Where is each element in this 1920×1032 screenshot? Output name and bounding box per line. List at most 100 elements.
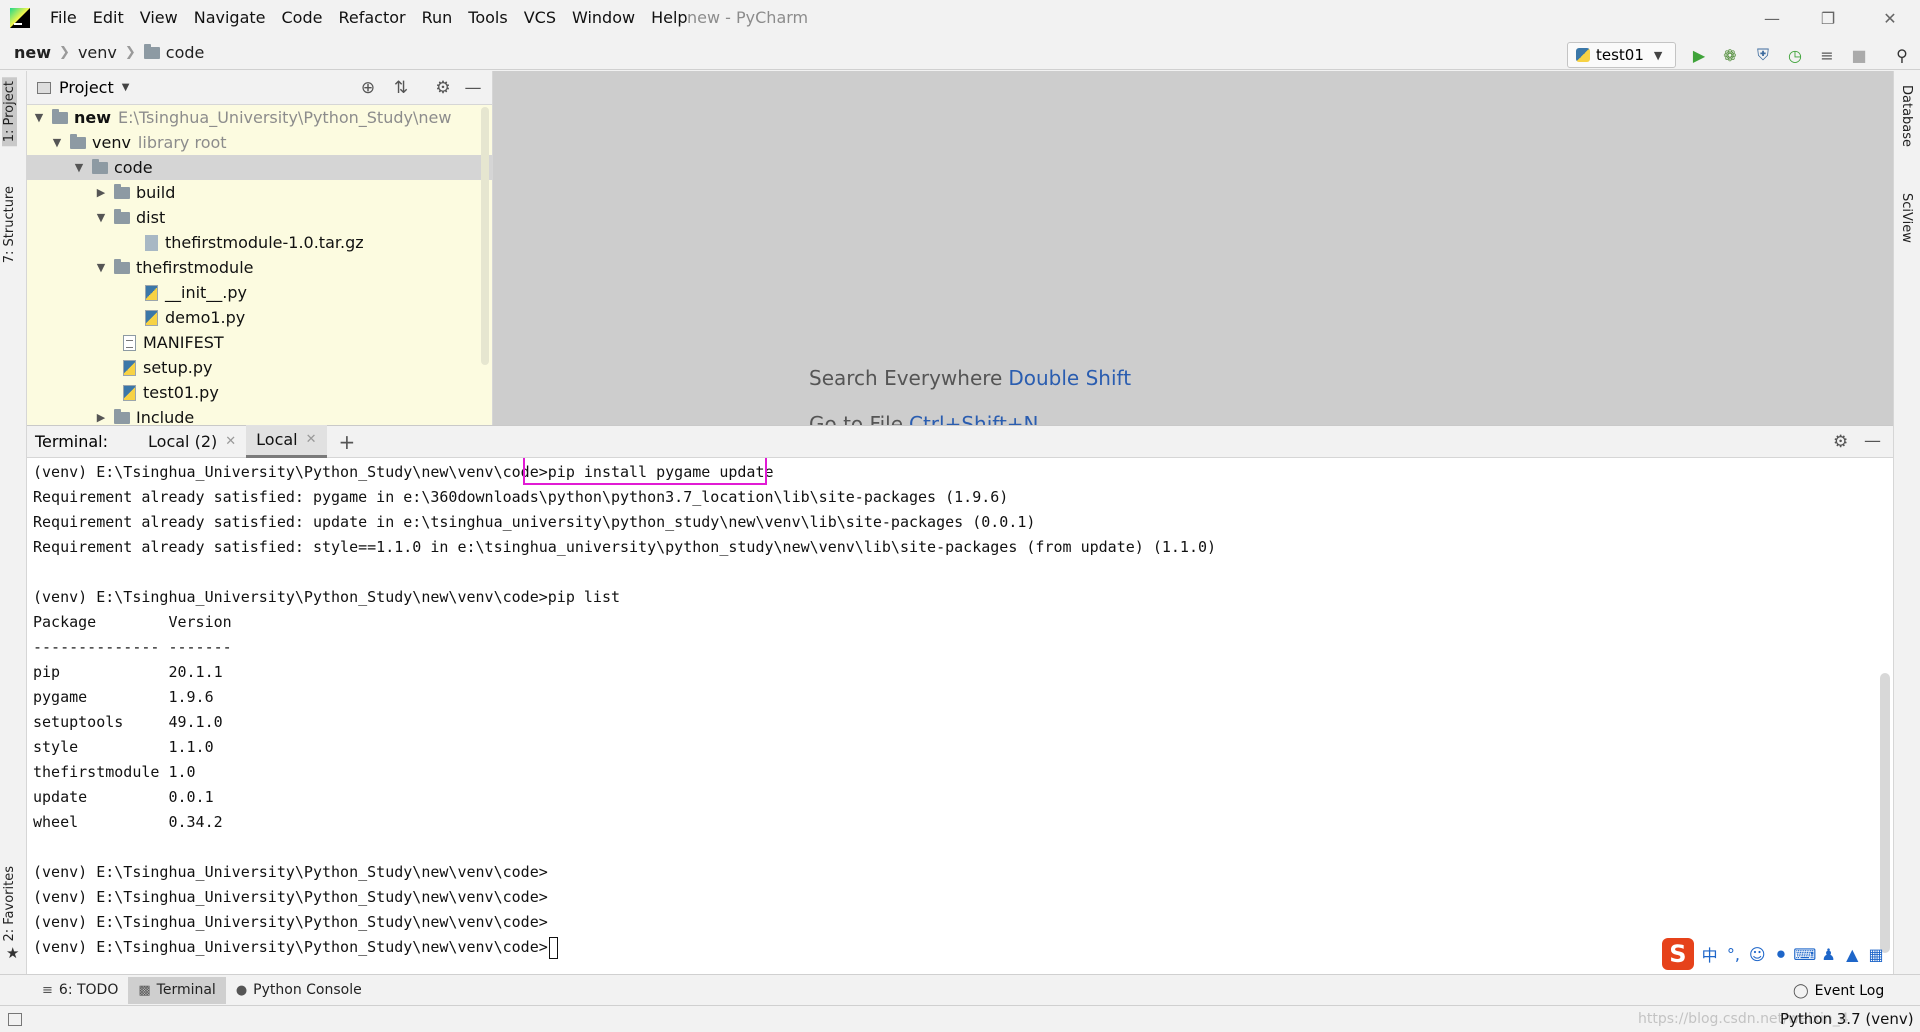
tree-node-build[interactable]: ▶ build xyxy=(27,180,492,205)
terminal-icon: ▩ xyxy=(138,982,151,998)
close-icon[interactable]: ✕ xyxy=(1862,0,1918,36)
menu-code[interactable]: Code xyxy=(274,0,331,36)
tab-database[interactable]: Database xyxy=(1899,85,1914,147)
keyboard-icon[interactable]: ⌨ xyxy=(1793,942,1817,966)
terminal-output[interactable]: (venv) E:\Tsinghua_University\Python_Stu… xyxy=(27,458,1893,974)
tab-python-console[interactable]: ● Python Console xyxy=(226,977,372,1004)
user-icon[interactable]: ♟ xyxy=(1817,942,1841,966)
tab-local-2[interactable]: Local (2) ✕ xyxy=(138,425,246,458)
emoji-icon[interactable]: ☺ xyxy=(1745,942,1769,966)
menu-view[interactable]: View xyxy=(132,0,186,36)
terminal-line: Package Version xyxy=(33,613,232,631)
terminal-line: setuptools 49.1.0 xyxy=(33,713,223,731)
menu-window[interactable]: Window xyxy=(564,0,643,36)
chevron-right-icon: ❯ xyxy=(59,45,70,60)
chevron-right-icon: ❯ xyxy=(124,45,136,60)
tree-node-dist[interactable]: ▼ dist xyxy=(27,205,492,230)
folder-icon xyxy=(143,43,160,59)
terminal-prompt-line: (venv) E:\Tsinghua_University\Python_Stu… xyxy=(33,935,558,960)
ime-mode[interactable]: 中 xyxy=(1698,942,1722,966)
locate-icon[interactable]: ⊕ xyxy=(358,78,378,98)
terminal-line: Requirement already satisfied: style==1.… xyxy=(33,538,1217,556)
terminal-line: wheel 0.34.2 xyxy=(33,813,223,831)
menu-edit[interactable]: Edit xyxy=(85,0,132,36)
minimize-icon[interactable]: — xyxy=(1744,0,1800,36)
project-view-selector[interactable]: Project ▼ xyxy=(37,78,129,97)
terminal-line: -------------- ------- xyxy=(33,638,232,656)
menu-run[interactable]: Run xyxy=(414,0,461,36)
collapse-arrow-icon: ▶ xyxy=(96,411,106,424)
breadcrumb-item-venv[interactable]: venv xyxy=(78,43,117,62)
run-config-selector[interactable]: test01 ▼ xyxy=(1567,42,1676,68)
tree-node-init-py[interactable]: __init__.py xyxy=(27,280,492,305)
chevron-down-icon: ▼ xyxy=(121,82,130,93)
project-panel: Project ▼ ⊕ ⇅ ⚙ — ▼ new E:\Tsinghua_Unive… xyxy=(27,71,493,425)
archive-file-icon xyxy=(145,234,158,251)
tree-node-tar-gz[interactable]: thefirstmodule-1.0.tar.gz xyxy=(27,230,492,255)
terminal-label: Terminal: xyxy=(35,432,109,451)
collapse-all-icon[interactable]: ⇅ xyxy=(391,78,411,98)
project-panel-header: Project ▼ ⊕ ⇅ ⚙ — xyxy=(27,71,492,105)
interpreter-selector[interactable]: Python 3.7 (venv) xyxy=(1780,1006,1914,1032)
terminal-line: (venv) E:\Tsinghua_University\Python_Stu… xyxy=(33,888,548,906)
tab-todo[interactable]: ≡ 6: TODO xyxy=(32,977,128,1004)
python-console-icon: ● xyxy=(235,982,248,998)
menu-vcs[interactable]: VCS xyxy=(516,0,564,36)
highlight-box xyxy=(523,458,767,485)
tab-event-log[interactable]: ◯ Event Log xyxy=(1793,975,1884,1006)
editor-empty-area: Search Everywhere Double Shift Go to File… xyxy=(493,71,1893,425)
terminal-scrollbar[interactable] xyxy=(1880,673,1890,953)
terminal-line: Requirement already satisfied: update in… xyxy=(33,513,1036,531)
tree-node-new[interactable]: ▼ new E:\Tsinghua_University\Python_Study… xyxy=(27,105,492,130)
tree-node-include[interactable]: ▶ Include xyxy=(27,405,492,425)
coverage-icon[interactable]: ⛨ xyxy=(1752,44,1774,66)
expand-arrow-icon: ▼ xyxy=(74,161,84,174)
tab-favorites[interactable]: 2: Favorites xyxy=(2,866,17,942)
tree-node-test01-py[interactable]: test01.py xyxy=(27,380,492,405)
tab-sciview[interactable]: SciView xyxy=(1899,193,1914,243)
folder-icon xyxy=(114,208,130,224)
terminal-line: (venv) E:\Tsinghua_University\Python_Stu… xyxy=(33,588,620,606)
stop-icon[interactable]: ■ xyxy=(1848,44,1870,66)
tab-structure[interactable]: 7: Structure xyxy=(2,186,17,263)
run-config-name: test01 xyxy=(1596,46,1644,64)
tree-node-thefirstmodule[interactable]: ▼ thefirstmodule xyxy=(27,255,492,280)
tab-project[interactable]: 1: Project xyxy=(2,77,17,147)
close-tab-icon[interactable]: ✕ xyxy=(306,425,317,455)
punctuation-icon[interactable]: °, xyxy=(1722,942,1746,966)
debug-icon[interactable]: ❁ xyxy=(1719,44,1741,66)
new-terminal-tab-icon[interactable]: + xyxy=(339,430,356,454)
profile-icon[interactable]: ◷ xyxy=(1784,44,1806,66)
microphone-icon[interactable]: ⚫ xyxy=(1769,942,1793,966)
tab-local[interactable]: Local ✕ xyxy=(246,425,327,458)
python-file-icon xyxy=(123,359,136,376)
run-icon[interactable]: ▶ xyxy=(1688,44,1710,66)
close-tab-icon[interactable]: ✕ xyxy=(225,425,236,458)
terminal-line: thefirstmodule 1.0 xyxy=(33,763,196,781)
tree-node-setup-py[interactable]: setup.py xyxy=(27,355,492,380)
tree-node-venv[interactable]: ▼ venv library root xyxy=(27,130,492,155)
restore-icon[interactable]: ❐ xyxy=(1800,0,1856,36)
toolbox-icon[interactable]: ▦ xyxy=(1864,942,1888,966)
menu-navigate[interactable]: Navigate xyxy=(186,0,274,36)
folder-icon xyxy=(114,408,130,424)
menu-file[interactable]: File xyxy=(42,0,85,36)
breadcrumb-item-code[interactable]: code xyxy=(143,43,204,62)
folder-icon xyxy=(52,108,68,124)
gear-icon[interactable]: ⚙ xyxy=(433,78,453,98)
tool-windows-toggle-icon[interactable] xyxy=(8,1012,22,1026)
hide-icon[interactable]: — xyxy=(463,78,483,98)
gear-icon[interactable]: ⚙ xyxy=(1833,432,1848,452)
project-scrollbar[interactable] xyxy=(481,107,489,365)
menu-refactor[interactable]: Refactor xyxy=(330,0,413,36)
tab-terminal[interactable]: ▩ Terminal xyxy=(128,976,226,1004)
search-icon[interactable]: ⚲ xyxy=(1891,44,1913,66)
tree-node-manifest[interactable]: MANIFEST xyxy=(27,330,492,355)
menu-tools[interactable]: Tools xyxy=(460,0,515,36)
tree-node-code[interactable]: ▼ code xyxy=(27,155,492,180)
skin-icon[interactable]: ▲ xyxy=(1840,942,1864,966)
breadcrumb-item-project[interactable]: new xyxy=(14,43,51,62)
concurrency-icon[interactable]: ≡ xyxy=(1816,44,1838,66)
tree-node-demo1-py[interactable]: demo1.py xyxy=(27,305,492,330)
hide-icon[interactable]: — xyxy=(1864,431,1881,451)
